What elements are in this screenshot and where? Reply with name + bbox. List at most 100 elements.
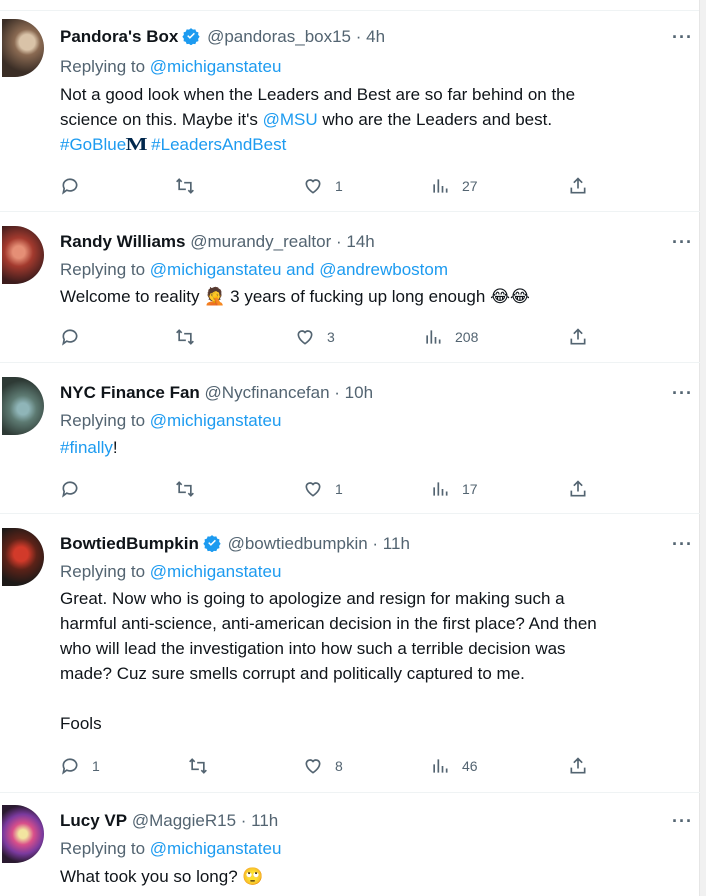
mention-link[interactable]: @andrewbostom: [319, 260, 448, 279]
timestamp[interactable]: · 11h: [241, 811, 279, 830]
reply-count: 1: [92, 758, 100, 774]
share-button[interactable]: [568, 477, 588, 501]
avatar[interactable]: [2, 226, 44, 284]
tweet-text: Not a good look when the Leaders and Bes…: [60, 82, 690, 157]
tweet-lucy-vp[interactable]: Lucy VP @MaggieR15 · 11h ··· Replying to…: [0, 793, 700, 896]
timestamp[interactable]: · 4h: [356, 27, 385, 46]
text-line: Fools: [60, 714, 102, 733]
tweet-pandoras-box[interactable]: Pandora's Box @pandoras_box15 · 4h ··· R…: [0, 11, 700, 212]
share-button[interactable]: [568, 754, 588, 778]
timestamp[interactable]: · 10h: [334, 383, 373, 402]
avatar[interactable]: [2, 377, 44, 435]
retweet-button[interactable]: [188, 754, 220, 778]
hashtags-line: #GoBlueM #LeadersAndBest: [60, 132, 690, 157]
text-segment: !: [112, 438, 118, 457]
mention-link[interactable]: @MSU: [263, 110, 318, 129]
timestamp[interactable]: · 14h: [336, 232, 375, 251]
verified-icon: [182, 28, 200, 45]
text-line: science on this. Maybe it's @MSU who are…: [60, 107, 690, 132]
views-icon: [433, 759, 448, 773]
share-icon: [570, 328, 586, 345]
text-line: Welcome to reality 🤦 3 years of fucking …: [60, 284, 690, 310]
top-divider: [0, 0, 700, 11]
like-count: 8: [335, 758, 343, 774]
views-button[interactable]: 208: [423, 325, 478, 349]
text-segment: who are the Leaders and best.: [322, 110, 553, 129]
author-name[interactable]: Lucy VP: [60, 811, 127, 830]
scrollbar[interactable]: [699, 0, 706, 896]
like-button[interactable]: 8: [303, 754, 343, 778]
like-button[interactable]: 1: [303, 477, 343, 501]
text-segment: 3 years of fucking up long enough: [230, 287, 486, 306]
replying-label: Replying to: [60, 562, 146, 581]
tweet-header: Pandora's Box @pandoras_box15 · 4h: [60, 27, 385, 47]
reply-button[interactable]: [60, 325, 92, 349]
action-bar: 3 208: [0, 325, 700, 349]
text-line: What took you so long? 🙄: [60, 864, 690, 890]
mention-link[interactable]: @michiganstateu: [150, 260, 282, 279]
reply-button[interactable]: 1: [60, 754, 100, 778]
verified-icon: [203, 535, 221, 552]
share-icon: [570, 757, 586, 774]
views-button[interactable]: 17: [430, 477, 478, 501]
timestamp[interactable]: · 11h: [372, 534, 410, 553]
mention-link[interactable]: @michiganstateu: [150, 839, 282, 858]
avatar[interactable]: [2, 805, 44, 863]
tweet-header: Lucy VP @MaggieR15 · 11h: [60, 811, 278, 831]
mention-link[interactable]: @michiganstateu: [150, 57, 282, 76]
avatar[interactable]: [2, 19, 44, 77]
author-name[interactable]: NYC Finance Fan: [60, 383, 200, 402]
author-handle[interactable]: @MaggieR15: [132, 811, 236, 830]
tweet-nyc-finance-fan[interactable]: NYC Finance Fan @Nycfinancefan · 10h ···…: [0, 363, 700, 514]
author-name[interactable]: BowtiedBumpkin: [60, 534, 199, 553]
share-button[interactable]: [568, 325, 588, 349]
views-icon: [433, 179, 448, 193]
more-icon[interactable]: ···: [672, 27, 693, 48]
action-bar: 1 17: [0, 477, 700, 501]
michigan-logo: M: [125, 134, 148, 154]
retweet-button[interactable]: [175, 174, 207, 198]
views-button[interactable]: 46: [430, 754, 478, 778]
tweet-randy-williams[interactable]: Randy Williams @murandy_realtor · 14h ··…: [0, 212, 700, 363]
views-count: 27: [462, 178, 478, 194]
more-icon[interactable]: ···: [672, 534, 693, 555]
mention-link[interactable]: @michiganstateu: [150, 411, 282, 430]
author-handle[interactable]: @bowtiedbumpkin: [228, 534, 368, 553]
more-icon[interactable]: ···: [672, 232, 693, 253]
text-line: harmful anti-science, anti-american deci…: [60, 614, 597, 633]
retweet-button[interactable]: [175, 325, 207, 349]
reply-button[interactable]: [60, 477, 92, 501]
views-button[interactable]: 27: [430, 174, 478, 198]
author-name[interactable]: Pandora's Box: [60, 27, 178, 46]
like-count: 3: [327, 329, 335, 345]
like-button[interactable]: 3: [295, 325, 335, 349]
text-line: #finally!: [60, 435, 690, 460]
text-line: made? Cuz sure smells corrupt and politi…: [60, 664, 525, 683]
author-handle[interactable]: @murandy_realtor: [190, 232, 331, 251]
tweet-text: What took you so long? 🙄: [60, 864, 690, 890]
like-button[interactable]: 1: [303, 174, 343, 198]
hashtag-link[interactable]: #LeadersAndBest: [151, 135, 286, 154]
replying-to: Replying to @michiganstateu and @andrewb…: [60, 260, 448, 280]
reply-icon: [62, 481, 78, 498]
author-handle[interactable]: @pandoras_box15: [207, 27, 351, 46]
retweet-button[interactable]: [175, 477, 207, 501]
tweet-text: Welcome to reality 🤦 3 years of fucking …: [60, 284, 690, 310]
views-count: 46: [462, 758, 478, 774]
avatar[interactable]: [2, 528, 44, 586]
tweet-header: NYC Finance Fan @Nycfinancefan · 10h: [60, 383, 373, 403]
like-icon: [305, 759, 321, 774]
more-icon[interactable]: ···: [672, 383, 693, 404]
author-handle[interactable]: @Nycfinancefan: [205, 383, 330, 402]
tweet-text: #finally!: [60, 435, 690, 460]
share-button[interactable]: [568, 174, 588, 198]
retweet-icon: [176, 481, 194, 497]
like-count: 1: [335, 178, 343, 194]
author-name[interactable]: Randy Williams: [60, 232, 186, 251]
reply-button[interactable]: [60, 174, 92, 198]
mention-link[interactable]: @michiganstateu: [150, 562, 282, 581]
tweet-bowtiedbumpkin[interactable]: BowtiedBumpkin @bowtiedbumpkin · 11h ···…: [0, 514, 700, 793]
more-icon[interactable]: ···: [672, 811, 693, 832]
hashtag-link[interactable]: #finally: [60, 438, 113, 457]
hashtag-link[interactable]: #GoBlue: [60, 135, 126, 154]
